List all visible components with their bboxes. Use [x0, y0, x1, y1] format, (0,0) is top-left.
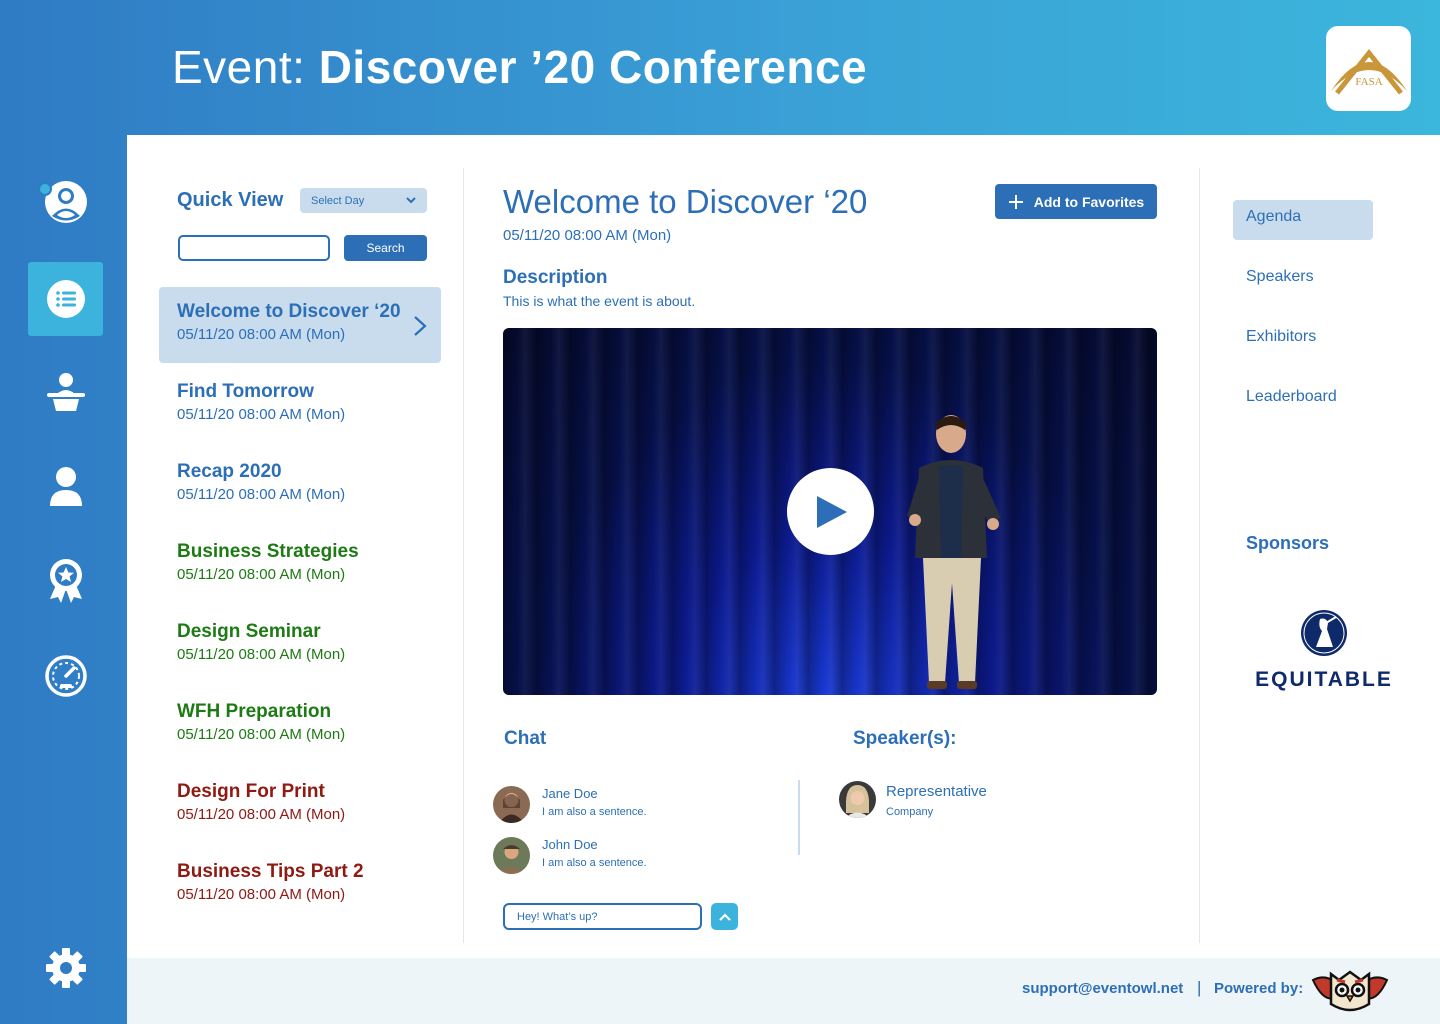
- chat-message-text: I am also a sentence.: [542, 806, 647, 818]
- chat-divider: [798, 780, 800, 855]
- agenda-item-date: 05/11/20 08:00 AM (Mon): [177, 566, 346, 583]
- description-heading: Description: [503, 267, 608, 288]
- plus-icon: [1008, 194, 1023, 209]
- sidebar-nav: [0, 135, 127, 1024]
- agenda-item[interactable]: Design Seminar 05/11/20 08:00 AM (Mon): [159, 607, 441, 687]
- agenda-item-title: Welcome to Discover ‘20: [177, 301, 401, 322]
- add-to-favorites-button[interactable]: Add to Favorites: [995, 184, 1157, 219]
- sidebar-item-attendees[interactable]: [28, 450, 103, 524]
- agenda-item-title: Design For Print: [177, 781, 325, 802]
- agenda-item-date: 05/11/20 08:00 AM (Mon): [177, 806, 346, 823]
- sponsors-heading: Sponsors: [1246, 533, 1330, 553]
- send-message-button[interactable]: [711, 903, 738, 930]
- fasa-logo-icon: FASA: [1330, 48, 1407, 95]
- footer: support@eventowl.net | Powered by:: [127, 958, 1440, 1024]
- select-day-label: Select Day: [311, 194, 365, 207]
- page-title-prefix: Event:: [172, 41, 306, 93]
- gear-icon: [45, 948, 86, 988]
- page-title: Event: Discover ’20 Conference: [172, 40, 867, 94]
- agenda-item-date: 05/11/20 08:00 AM (Mon): [177, 726, 346, 743]
- chat-heading: Chat: [504, 728, 547, 749]
- speaker-name: Representative: [886, 783, 987, 800]
- event-date: 05/11/20 08:00 AM (Mon): [503, 227, 672, 244]
- sidebar-item-agenda[interactable]: [28, 262, 103, 336]
- agenda-item-title: Recap 2020: [177, 461, 282, 482]
- chevron-up-icon: [718, 912, 731, 921]
- column-divider-right: [1199, 168, 1200, 943]
- sponsor-name: EQUITABLE: [1255, 668, 1393, 691]
- page-title-event-name: Discover ’20 Conference: [318, 41, 868, 93]
- agenda-item[interactable]: Design For Print 05/11/20 08:00 AM (Mon): [159, 767, 441, 847]
- agenda-item-title: Design Seminar: [177, 621, 321, 642]
- chat-message-text: I am also a sentence.: [542, 857, 647, 869]
- sidebar-item-presenter[interactable]: [28, 355, 103, 429]
- logo-text: FASA: [1355, 76, 1382, 88]
- equitable-emblem-icon: [1301, 610, 1347, 656]
- tab-exhibitors[interactable]: Exhibitors: [1233, 320, 1373, 360]
- speakers-heading: Speaker(s):: [853, 728, 957, 749]
- chevron-right-icon: [414, 316, 427, 336]
- agenda-item[interactable]: Recap 2020 05/11/20 08:00 AM (Mon): [159, 447, 441, 527]
- agenda-item-date: 05/11/20 08:00 AM (Mon): [177, 326, 346, 343]
- search-button[interactable]: Search: [344, 235, 427, 261]
- avatar: [839, 781, 876, 818]
- agenda-item-title: Business Strategies: [177, 541, 359, 562]
- play-icon: [816, 495, 847, 528]
- agenda-item-title: Business Tips Part 2: [177, 861, 364, 882]
- description-text: This is what the event is about.: [503, 293, 696, 309]
- add-to-favorites-label: Add to Favorites: [1033, 193, 1145, 210]
- agenda-item[interactable]: Find Tomorrow 05/11/20 08:00 AM (Mon): [159, 367, 441, 447]
- agenda-item-title: WFH Preparation: [177, 701, 332, 722]
- sidebar-item-leaderboard[interactable]: [28, 543, 103, 617]
- speaker-silhouette: [907, 415, 1001, 689]
- select-day-dropdown[interactable]: Select Day: [300, 188, 427, 213]
- chat-message-input[interactable]: [503, 903, 702, 930]
- person-icon: [49, 467, 82, 506]
- chat-message-author: John Doe: [542, 837, 598, 852]
- agenda-item-date: 05/11/20 08:00 AM (Mon): [177, 406, 346, 423]
- tab-speakers[interactable]: Speakers: [1233, 260, 1373, 300]
- agenda-list: Welcome to Discover ‘20 05/11/20 08:00 A…: [159, 287, 441, 927]
- play-button[interactable]: [787, 468, 874, 555]
- agenda-list-icon: [46, 280, 85, 318]
- award-badge-icon: [49, 559, 82, 603]
- avatar: [493, 837, 530, 874]
- main-panel: Quick View Select Day Search Welcome to …: [127, 135, 1440, 958]
- sponsor-logo[interactable]: EQUITABLE: [1249, 609, 1399, 692]
- agenda-item-date: 05/11/20 08:00 AM (Mon): [177, 886, 346, 903]
- speaker-company: Company: [886, 806, 934, 818]
- search-input[interactable]: [178, 235, 330, 261]
- sidebar-item-settings[interactable]: [28, 931, 103, 1005]
- eventowl-logo-icon[interactable]: [1311, 968, 1389, 1014]
- chat-message-author: Jane Doe: [542, 786, 598, 801]
- event-title: Welcome to Discover ‘20: [503, 183, 868, 220]
- tab-agenda[interactable]: Agenda: [1233, 200, 1373, 240]
- agenda-item-title: Find Tomorrow: [177, 381, 314, 402]
- quick-view-title: Quick View: [177, 189, 284, 211]
- avatar: [493, 786, 530, 823]
- agenda-item[interactable]: Welcome to Discover ‘20 05/11/20 08:00 A…: [159, 287, 441, 363]
- footer-separator: |: [1197, 978, 1202, 997]
- column-divider-left: [463, 168, 464, 943]
- agenda-item[interactable]: Business Tips Part 2 05/11/20 08:00 AM (…: [159, 847, 441, 927]
- support-email-link[interactable]: support@eventowl.net: [1022, 980, 1183, 997]
- presenter-icon: [46, 373, 85, 411]
- event-video-player[interactable]: [503, 328, 1157, 695]
- agenda-item-date: 05/11/20 08:00 AM (Mon): [177, 646, 346, 663]
- agenda-item-date: 05/11/20 08:00 AM (Mon): [177, 486, 346, 503]
- agenda-item[interactable]: Business Strategies 05/11/20 08:00 AM (M…: [159, 527, 441, 607]
- powered-by-label: Powered by:: [1214, 980, 1304, 997]
- sidebar-item-dashboard[interactable]: [28, 639, 103, 713]
- agenda-item[interactable]: WFH Preparation 05/11/20 08:00 AM (Mon): [159, 687, 441, 767]
- chevron-down-icon: [406, 197, 416, 204]
- tab-leaderboard[interactable]: Leaderboard: [1233, 380, 1373, 420]
- organization-logo: FASA: [1326, 26, 1411, 111]
- notification-dot: [38, 182, 52, 196]
- dashboard-gauge-icon: [44, 655, 87, 697]
- sidebar-item-profile[interactable]: [28, 165, 103, 239]
